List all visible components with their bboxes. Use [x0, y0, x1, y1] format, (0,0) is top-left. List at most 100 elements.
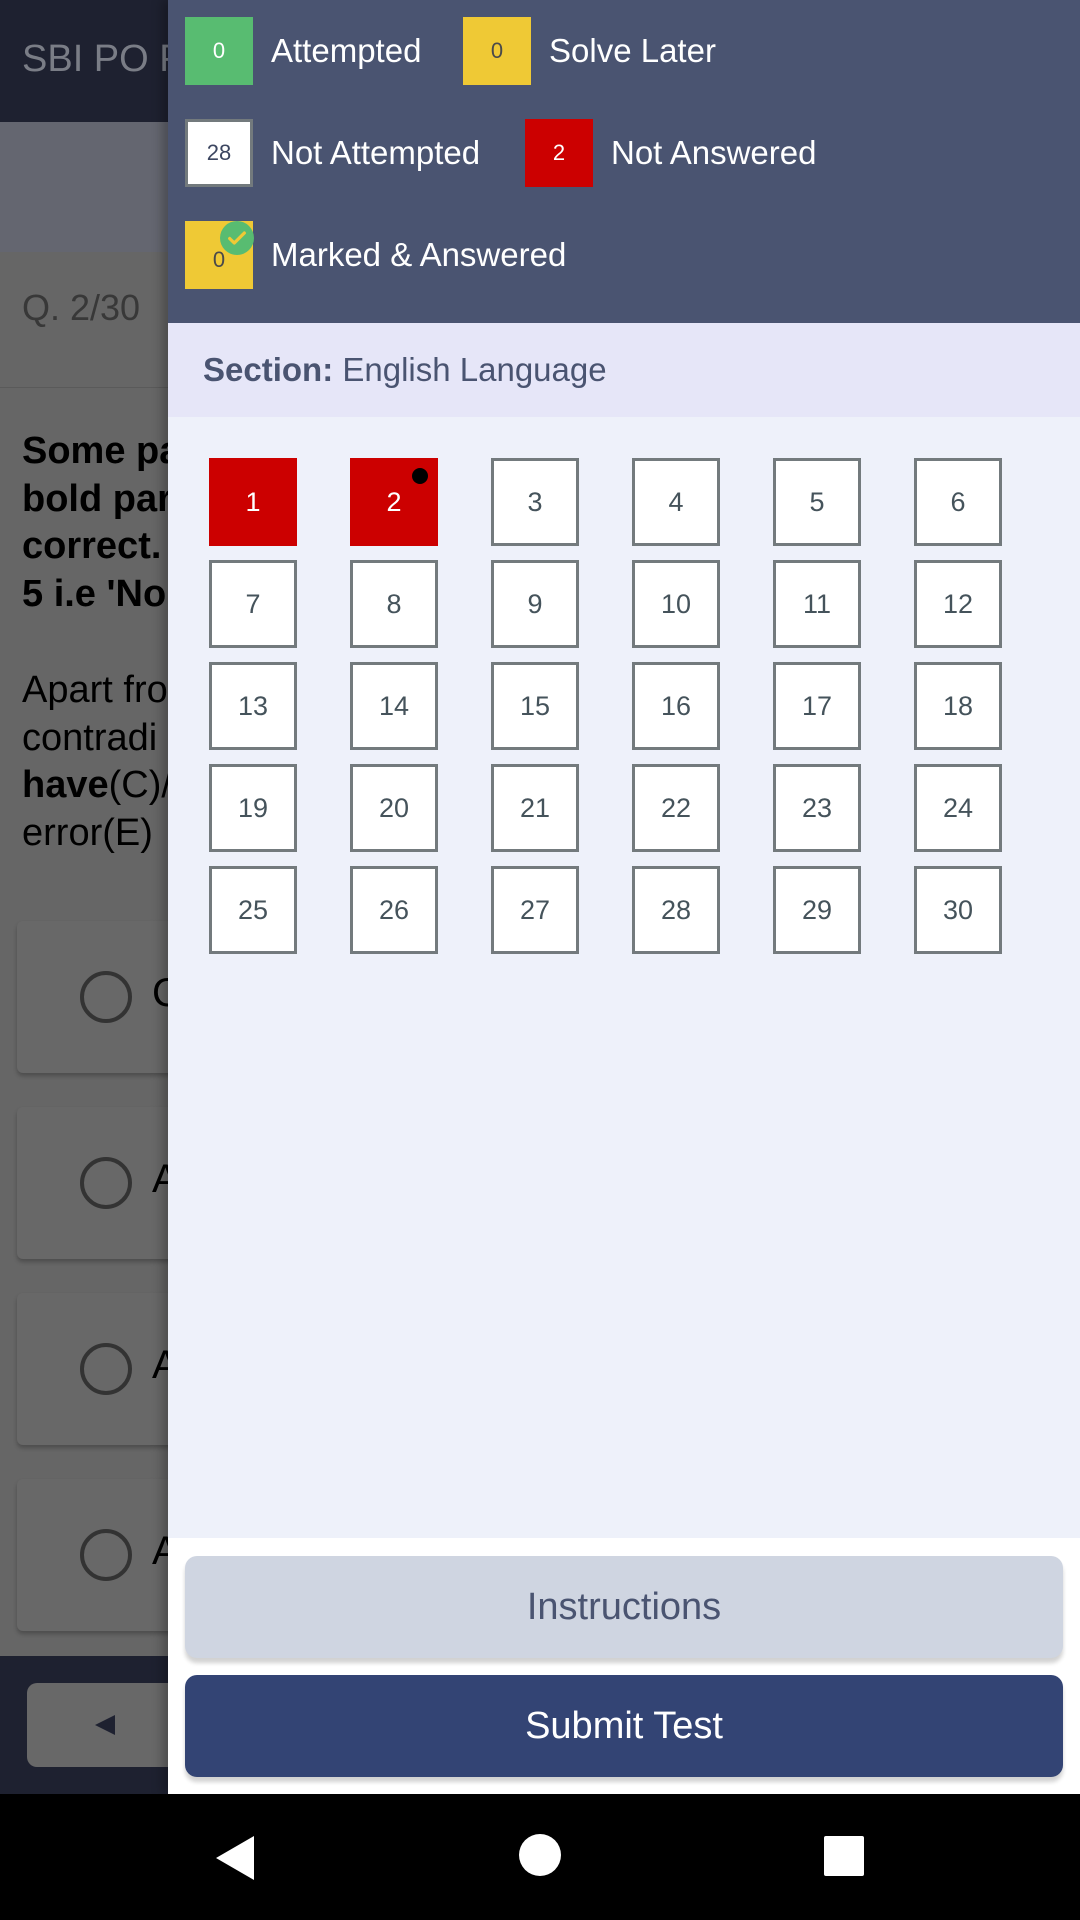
legend-label: Marked & Answered	[271, 236, 567, 273]
question-button-26[interactable]: 26	[350, 866, 438, 954]
question-button-18[interactable]: 18	[914, 662, 1002, 750]
question-button-28[interactable]: 28	[632, 866, 720, 954]
question-number: 24	[942, 792, 974, 823]
legend-not-answered: 2 Not Answered	[525, 119, 816, 187]
section-name: English Language	[342, 351, 607, 388]
section-prefix: Section:	[203, 351, 334, 388]
question-button-4[interactable]: 4	[632, 458, 720, 546]
question-number: 27	[519, 894, 551, 925]
question-button-24[interactable]: 24	[914, 764, 1002, 852]
question-line-text: (C)/	[108, 764, 172, 807]
question-button-30[interactable]: 30	[914, 866, 1002, 954]
drawer-footer: Instructions Submit Test	[168, 1538, 1080, 1794]
question-button-23[interactable]: 23	[773, 764, 861, 852]
question-button-14[interactable]: 14	[350, 662, 438, 750]
question-number: 18	[942, 690, 974, 721]
instructions-button[interactable]: Instructions	[185, 1556, 1063, 1658]
question-button-20[interactable]: 20	[350, 764, 438, 852]
question-number: 1	[245, 486, 261, 517]
legend-solve-later: 0 Solve Later	[463, 17, 716, 85]
question-button-2[interactable]: 2	[350, 458, 438, 546]
question-button-25[interactable]: 25	[209, 866, 297, 954]
legend-attempted: 0 Attempted	[185, 17, 421, 85]
question-line-text: Apart fro	[22, 668, 168, 711]
question-line-text: error(E)	[22, 811, 153, 854]
home-icon[interactable]	[519, 1834, 561, 1876]
question-button-16[interactable]: 16	[632, 662, 720, 750]
app-title: SBI PO P	[22, 38, 185, 80]
question-button-12[interactable]: 12	[914, 560, 1002, 648]
legend-count-badge: 0	[463, 17, 531, 85]
radio-icon[interactable]	[80, 971, 132, 1023]
question-number: 14	[378, 690, 410, 721]
question-button-22[interactable]: 22	[632, 764, 720, 852]
legend-marked-answered: 0 Marked & Answered	[185, 221, 566, 289]
legend-count-badge: 2	[525, 119, 593, 187]
question-number: 7	[245, 588, 261, 619]
check-icon	[220, 221, 254, 255]
question-number: 19	[237, 792, 269, 823]
question-number: 20	[378, 792, 410, 823]
status-legend: 0 Attempted 0 Solve Later 28 Not Attempt…	[168, 0, 1080, 323]
question-button-10[interactable]: 10	[632, 560, 720, 648]
system-navigation-bar	[0, 1794, 1080, 1920]
question-number: 2	[386, 486, 402, 517]
question-number: 22	[660, 792, 692, 823]
question-number: 23	[801, 792, 833, 823]
radio-icon[interactable]	[80, 1157, 132, 1209]
question-line-bold: have	[22, 764, 109, 807]
question-line-text: contradi	[22, 716, 158, 759]
question-button-7[interactable]: 7	[209, 560, 297, 648]
radio-icon[interactable]	[80, 1529, 132, 1581]
question-button-3[interactable]: 3	[491, 458, 579, 546]
question-button-21[interactable]: 21	[491, 764, 579, 852]
question-button-8[interactable]: 8	[350, 560, 438, 648]
legend-count-badge: 0	[185, 221, 254, 289]
question-button-6[interactable]: 6	[914, 458, 1002, 546]
legend-count-badge: 0	[185, 17, 253, 85]
section-title: Section: English Language	[203, 351, 607, 389]
question-grid: 1 2 3 4 5 6 7 8 9 10 11 12 13 14 15 16 17 18 19 20 21 22 23 24 2…	[168, 417, 1080, 1538]
legend-label: Not Answered	[611, 134, 817, 171]
question-button-17[interactable]: 17	[773, 662, 861, 750]
submit-test-button[interactable]: Submit Test	[185, 1675, 1063, 1777]
question-button-11[interactable]: 11	[773, 560, 861, 648]
question-button-29[interactable]: 29	[773, 866, 861, 954]
current-question-dot-icon	[412, 468, 428, 484]
question-number: 3	[527, 486, 543, 517]
question-number: 5	[809, 486, 825, 517]
question-button-13[interactable]: 13	[209, 662, 297, 750]
question-number: 30	[942, 894, 974, 925]
question-number: 12	[942, 588, 974, 619]
question-number: 26	[378, 894, 410, 925]
back-icon[interactable]	[216, 1836, 254, 1880]
question-number: 21	[519, 792, 551, 823]
question-number: 25	[237, 894, 269, 925]
question-button-19[interactable]: 19	[209, 764, 297, 852]
recents-icon[interactable]	[824, 1836, 864, 1876]
section-header: Section: English Language	[168, 323, 1080, 417]
question-number: 17	[801, 690, 833, 721]
question-button-15[interactable]: 15	[491, 662, 579, 750]
legend-label: Solve Later	[549, 32, 716, 69]
question-number: 29	[801, 894, 833, 925]
question-button-27[interactable]: 27	[491, 866, 579, 954]
question-number: 28	[660, 894, 692, 925]
question-number: 9	[527, 588, 543, 619]
question-number: 8	[386, 588, 402, 619]
legend-count-badge: 28	[185, 119, 253, 187]
legend-label: Not Attempted	[271, 134, 481, 171]
legend-count: 0	[212, 247, 226, 272]
question-button-5[interactable]: 5	[773, 458, 861, 546]
question-number: 4	[668, 486, 684, 517]
question-number: 6	[950, 486, 966, 517]
legend-label: Attempted	[271, 32, 422, 69]
radio-icon[interactable]	[80, 1343, 132, 1395]
question-button-9[interactable]: 9	[491, 560, 579, 648]
question-number: 11	[802, 588, 832, 619]
question-button-1[interactable]: 1	[209, 458, 297, 546]
legend-not-attempted: 28 Not Attempted	[185, 119, 480, 187]
question-palette-drawer: 0 Attempted 0 Solve Later 28 Not Attempt…	[168, 0, 1080, 1794]
question-number: 10	[660, 588, 692, 619]
question-number: 13	[237, 690, 269, 721]
